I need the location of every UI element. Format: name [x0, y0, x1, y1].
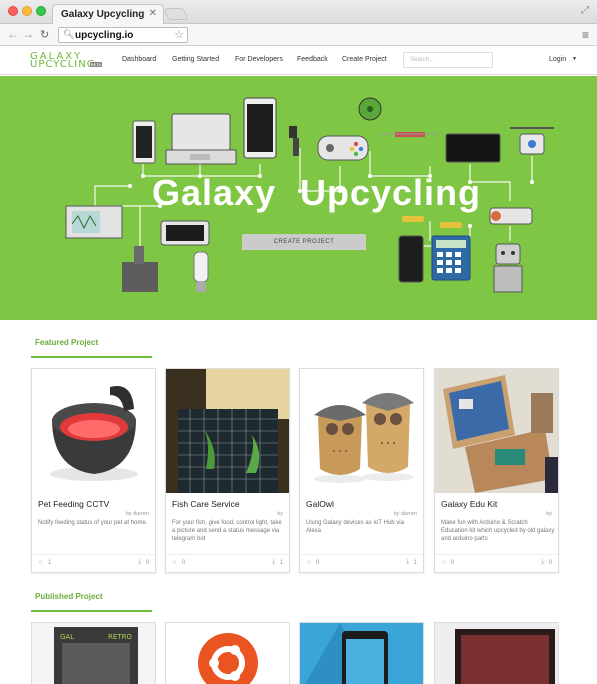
published-heading: Published Project	[35, 592, 103, 601]
nav-feedback[interactable]: Feedback	[297, 56, 328, 63]
hero-title-word1: Galaxy	[152, 172, 277, 213]
pet-feeder-image	[50, 385, 138, 481]
like-count: 0	[182, 560, 186, 566]
card-divider	[32, 554, 155, 555]
download-count: 0	[548, 560, 552, 566]
published-underline	[31, 610, 152, 612]
project-image[interactable]	[435, 369, 558, 493]
card-title[interactable]: Fish Care Service	[172, 499, 240, 509]
card-author: by	[277, 511, 283, 517]
project-image[interactable]	[32, 369, 155, 493]
beta-badge: BETA	[90, 62, 103, 67]
site-navbar: GALAXY UPCYCLING BETA Dashboard Getting …	[0, 46, 597, 75]
featured-heading: Featured Project	[35, 338, 99, 347]
project-card-fish-care[interactable]: Fish Care Service by For your fish, give…	[165, 368, 290, 573]
project-image[interactable]	[300, 369, 423, 493]
download-count: 0	[145, 560, 149, 566]
download-icon[interactable]: ⤓	[272, 559, 275, 566]
logo-line2: UPCYCLING	[30, 59, 96, 70]
browser-toolbar: ← → ↻ 🔍︎ upcycling.io ☆ ≡	[0, 24, 597, 46]
card-divider	[435, 554, 558, 555]
back-arrow-icon[interactable]: ←	[7, 27, 19, 41]
like-count: 0	[451, 560, 455, 566]
download-icon[interactable]: ⤓	[138, 559, 141, 566]
address-bar[interactable]: 🔍︎ upcycling.io ☆	[58, 27, 188, 43]
maximize-window-button[interactable]	[36, 6, 46, 16]
card-author: by darren	[125, 511, 149, 517]
project-card-pet-feeding[interactable]: Pet Feeding CCTV by darren Notify feedin…	[31, 368, 156, 573]
nav-for-developers[interactable]: For Developers	[235, 56, 283, 63]
published-card[interactable]	[299, 622, 424, 684]
card-description: Notify feeding status of your pet at hom…	[38, 520, 148, 526]
browser-tab[interactable]: Galaxy Upcycling ✕	[52, 4, 164, 24]
svg-text:RETRO: RETRO	[108, 633, 132, 641]
published-card[interactable]	[434, 622, 559, 684]
project-card-galowl[interactable]: GalOwl by darren Using Galaxy devices as…	[299, 368, 424, 573]
forward-arrow-icon[interactable]: →	[22, 27, 34, 41]
published-card[interactable]: GAL RETRO	[31, 622, 156, 684]
like-count: 1	[48, 560, 52, 566]
bookmark-star-icon[interactable]: ☆	[174, 28, 184, 41]
owl-speakers-image	[314, 393, 414, 483]
card-divider	[166, 554, 289, 555]
published-card[interactable]	[165, 622, 290, 684]
ubuntu-logo-image	[166, 623, 289, 684]
download-icon[interactable]: ⤓	[541, 559, 544, 566]
like-count: 0	[316, 560, 320, 566]
search-icon: 🔍︎	[63, 29, 75, 39]
galaxy-tablet-image	[300, 623, 423, 684]
reload-icon[interactable]: ↻	[40, 28, 49, 41]
card-author: by	[546, 511, 552, 517]
monitor-image	[435, 623, 558, 684]
nav-dashboard[interactable]: Dashboard	[122, 56, 156, 63]
create-project-button[interactable]: CREATE PROJECT	[242, 234, 366, 250]
download-icon[interactable]: ⤓	[406, 559, 409, 566]
hero-illustration	[65, 97, 554, 293]
download-count: 1	[413, 560, 417, 566]
star-icon[interactable]: ☆	[306, 559, 311, 566]
login-link[interactable]: Login	[549, 56, 566, 63]
featured-underline	[31, 356, 152, 358]
new-tab-button[interactable]	[163, 8, 189, 20]
site-logo[interactable]: GALAXY UPCYCLING BETA	[30, 51, 103, 71]
edu-kit-image	[435, 369, 558, 493]
hero-banner: Galaxy Upcycling CREATE PROJECT	[0, 76, 597, 320]
card-description: Make fun with Arduino & Scratch Educatio…	[441, 520, 555, 542]
project-image[interactable]	[166, 369, 289, 493]
tab-close-icon[interactable]: ✕	[149, 8, 157, 19]
hero-title-word2: Upcycling	[300, 172, 482, 213]
search-input[interactable]: Search...	[403, 52, 493, 68]
card-divider	[300, 554, 423, 555]
download-count: 1	[279, 560, 283, 566]
card-description: For your fish, give food, control light,…	[172, 520, 282, 542]
card-title[interactable]: Galaxy Edu Kit	[441, 499, 497, 509]
star-icon[interactable]: ☆	[172, 559, 177, 566]
svg-text:GAL: GAL	[60, 633, 74, 641]
fullscreen-icon[interactable]: ⤢	[581, 5, 589, 16]
nav-create-project[interactable]: Create Project	[342, 56, 387, 63]
star-icon[interactable]: ☆	[38, 559, 43, 566]
hamburger-menu-icon[interactable]: ≡	[582, 28, 589, 42]
card-title[interactable]: GalOwl	[306, 499, 334, 509]
tab-title: Galaxy Upcycling	[61, 9, 145, 20]
close-window-button[interactable]	[8, 6, 18, 16]
star-icon[interactable]: ☆	[441, 559, 446, 566]
url-text[interactable]: upcycling.io	[75, 30, 133, 41]
card-title[interactable]: Pet Feeding CCTV	[38, 499, 109, 509]
nav-getting-started[interactable]: Getting Started	[172, 56, 219, 63]
retro-console-image: GAL RETRO	[32, 623, 155, 684]
caret-down-icon[interactable]: ▼	[572, 56, 577, 62]
browser-titlebar: Galaxy Upcycling ✕ ⤢	[0, 0, 597, 24]
card-description: Using Galaxy devices as IoT Hub via Alex…	[306, 520, 404, 534]
card-author: by darren	[393, 511, 417, 517]
fish-tank-image	[166, 369, 289, 493]
minimize-window-button[interactable]	[22, 6, 32, 16]
project-card-galaxy-edu-kit[interactable]: Galaxy Edu Kit by Make fun with Arduino …	[434, 368, 559, 573]
